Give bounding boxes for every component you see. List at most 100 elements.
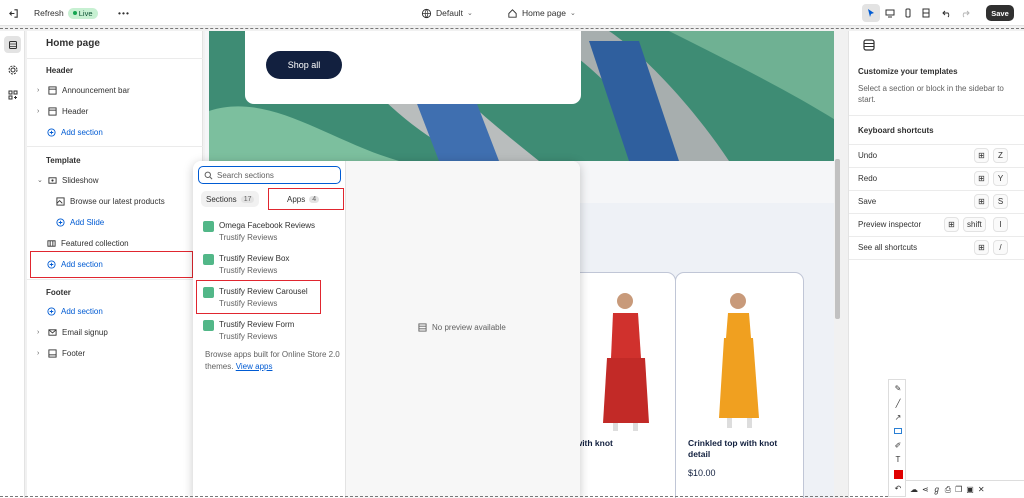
rectangle-tool-icon[interactable] [892, 425, 904, 437]
shortcut-row-preview-inspector: Preview inspector ⊞ shift I [849, 213, 1024, 235]
section-header[interactable]: › Header [37, 103, 88, 119]
template-group-heading: Template [46, 156, 81, 165]
live-dot-icon [72, 11, 77, 15]
scroll-thumb[interactable] [835, 159, 840, 319]
key-cap: shift [963, 217, 986, 232]
plus-circle-icon [47, 127, 56, 137]
shortcut-row-see-all[interactable]: See all shortcuts ⊞ / [849, 236, 1024, 258]
sections-rail-button[interactable] [4, 36, 21, 53]
annotation-actions-bar: ☁ ⋖ ℊ ⎙ ❐ ▣ ✕ [906, 480, 1024, 498]
theme-settings-rail-button[interactable] [4, 61, 21, 78]
live-label: Live [78, 8, 93, 18]
section-footer[interactable]: › Footer [37, 345, 85, 361]
block-label: Browse our latest products [70, 196, 165, 206]
sections-icon [8, 40, 17, 49]
page-label: Home page [522, 8, 566, 18]
block-browse-products[interactable]: Browse our latest products [56, 193, 165, 209]
save-file-icon[interactable]: ▣ [966, 485, 974, 494]
inspector-button[interactable] [862, 4, 880, 22]
footer-group-heading: Footer [46, 288, 71, 297]
shortcut-row-save: Save ⊞ S [849, 190, 1024, 212]
close-icon[interactable]: ✕ [978, 485, 985, 494]
chevron-down-icon: ⌄ [37, 177, 43, 184]
picker-list-panel: Search sections Sections 17 Apps 4 Omega… [193, 161, 346, 498]
theme-selector[interactable]: Default ⌄ [421, 0, 473, 26]
chevron-right-icon: › [37, 328, 40, 336]
app-item-trustify-review-form[interactable]: Trustify Review Form Trustify Reviews [203, 319, 343, 347]
section-label: Header [62, 106, 89, 116]
marker-tool-icon[interactable]: ✎ [892, 382, 904, 394]
page-selector[interactable]: Home page ⌄ [507, 0, 576, 26]
section-email-signup[interactable]: › Email signup [37, 324, 108, 340]
divider [27, 146, 203, 147]
chevron-right-icon: › [37, 86, 40, 94]
header-group-heading: Header [46, 66, 74, 75]
exit-button[interactable] [8, 0, 19, 26]
add-slide-button[interactable]: Add Slide [56, 214, 104, 230]
customize-title: Customize your templates [858, 67, 958, 76]
section-announcement-bar[interactable]: › Announcement bar [37, 82, 130, 98]
arrow-tool-icon[interactable]: ↗ [892, 411, 904, 423]
undo-icon [942, 10, 950, 18]
add-section-header-button[interactable]: Add section [47, 124, 103, 140]
shortcut-label: Undo [858, 151, 878, 160]
live-badge: Live [67, 7, 98, 19]
key-cap: ⊞ [974, 194, 989, 209]
divider [849, 115, 1024, 116]
refresh-button[interactable]: Refresh Live [34, 0, 98, 26]
cursor-icon [868, 9, 874, 17]
more-menu-button[interactable]: ••• [118, 0, 130, 26]
exit-icon [9, 8, 18, 18]
app-name: Trustify Review Box [219, 254, 290, 263]
right-panel: Customize your templates Select a sectio… [848, 31, 1024, 498]
text-tool-icon[interactable]: T [892, 453, 904, 465]
section-slideshow[interactable]: ⌄ Slideshow [37, 172, 98, 188]
slideshow-icon [48, 176, 57, 184]
left-rail [0, 31, 25, 498]
copy-icon[interactable]: ❐ [955, 485, 962, 494]
shortcut-row-undo: Undo ⊞ Z [849, 144, 1024, 166]
gear-icon [8, 65, 17, 74]
key-cap: ⊞ [974, 148, 989, 163]
app-item-omega-facebook-reviews[interactable]: Omega Facebook Reviews Trustify Reviews [203, 220, 343, 248]
capture-border [0, 496, 888, 497]
app-icon [203, 221, 214, 232]
preview-scrollbar[interactable] [834, 31, 841, 498]
layout-icon [418, 323, 427, 332]
view-apps-link[interactable]: View apps [236, 362, 273, 371]
section-featured-collection[interactable]: Featured collection [47, 235, 129, 251]
divider [27, 58, 203, 59]
search-icon [204, 171, 213, 179]
search-sections-input[interactable]: Search sections [198, 166, 341, 184]
redo-button[interactable] [956, 4, 974, 22]
fullscreen-button[interactable] [917, 4, 935, 22]
cloud-upload-icon[interactable]: ☁ [910, 485, 918, 494]
mobile-view-button[interactable] [899, 4, 917, 22]
app-item-trustify-review-box[interactable]: Trustify Review Box Trustify Reviews [203, 253, 343, 281]
product-card[interactable]: Crinkled top with knot detail $10.00 [675, 272, 804, 498]
undo-annotation-icon[interactable]: ↶ [892, 482, 904, 494]
browse-apps-text: Browse apps built for Online Store 2.0 t… [205, 349, 340, 373]
plus-circle-icon [56, 217, 65, 227]
color-swatch-icon[interactable] [892, 468, 904, 480]
app-name: Trustify Review Form [219, 320, 295, 329]
desktop-view-button[interactable] [881, 4, 899, 22]
hero-content-card: Shop all [245, 31, 581, 104]
undo-button[interactable] [938, 4, 956, 22]
shop-all-button[interactable]: Shop all [266, 51, 342, 79]
layout-icon [48, 85, 57, 95]
print-icon[interactable]: ⎙ [945, 485, 951, 495]
apps-rail-button[interactable] [4, 86, 21, 103]
customize-description: Select a section or block in the sidebar… [858, 84, 1004, 104]
pen-tool-icon[interactable]: ✐ [892, 439, 904, 451]
collection-icon [47, 239, 56, 247]
mobile-icon [905, 8, 911, 18]
add-section-footer-button[interactable]: Add section [47, 303, 103, 319]
chevron-right-icon: › [37, 349, 40, 357]
share-icon[interactable]: ⋖ [922, 485, 929, 494]
add-section-picker: Search sections Sections 17 Apps 4 Omega… [193, 161, 580, 498]
line-tool-icon[interactable]: ╱ [892, 397, 904, 409]
search-image-icon[interactable]: ℊ [933, 484, 941, 495]
tab-sections[interactable]: Sections 17 [201, 191, 260, 207]
save-button[interactable]: Save [986, 5, 1014, 21]
